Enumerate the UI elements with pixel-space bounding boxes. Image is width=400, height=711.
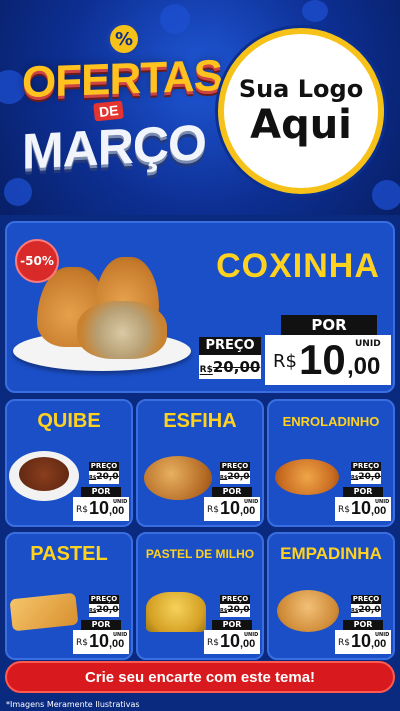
old-price-value: 20,00 [96, 472, 119, 482]
old-price-value: 20,00 [358, 605, 381, 615]
price-dec: ,00 [240, 638, 256, 650]
price-int: 10 [220, 498, 241, 518]
currency: R$ [273, 351, 297, 372]
header-banner: % OFERTAS DE MARÇO Sua Logo Aqui [0, 0, 400, 215]
new-price: R$ 10 UNID ,00 [335, 630, 391, 654]
enroladinho-image [275, 459, 339, 495]
product-card-pastel-de-milho: PASTEL DE MILHO PREÇO R$20,00 POR R$ 10 … [136, 532, 264, 660]
product-card-esfiha: ESFIHA PREÇO R$20,00 POR R$ 10 UNID ,00 [136, 399, 264, 527]
preco-label: PREÇO [351, 462, 381, 471]
product-name: COXINHA [216, 247, 380, 285]
old-price-value: 20,00 [227, 605, 250, 615]
logo-line2: Aqui [250, 102, 352, 148]
price-int: 10 [220, 631, 241, 651]
coxinha-half-image [77, 301, 167, 359]
new-price: R$ 10 UNID ,00 [265, 335, 391, 385]
new-price: R$ 10 UNID ,00 [204, 630, 260, 654]
old-price: R$20,00 [199, 355, 261, 379]
flyer-body: -50% COXINHA PREÇO R$20,00 POR R$ 10 UNI… [0, 215, 400, 711]
pastel-de-milho-image [146, 592, 206, 632]
title-ofertas: OFERTAS [22, 51, 222, 108]
preco-label: PREÇO [89, 595, 119, 604]
currency: R$ [76, 638, 88, 648]
offers-title: % OFERTAS DE MARÇO [22, 10, 222, 205]
product-name: ESFIHA [163, 410, 237, 432]
price-int: 10 [89, 498, 110, 518]
por-label: POR [81, 487, 121, 497]
product-name: PASTEL DE MILHO [145, 547, 255, 561]
product-card-empadinha: EMPADINHA PREÇO R$20,00 POR R$ 10 UNID ,… [267, 532, 395, 660]
new-price: R$ 10 UNID ,00 [204, 497, 260, 521]
discount-badge: -50% [15, 239, 59, 283]
new-price: R$ 10 UNID ,00 [335, 497, 391, 521]
old-price: R$20,00 [220, 604, 250, 617]
price-dec: ,00 [109, 505, 125, 517]
title-marco: MARÇO [22, 114, 206, 180]
new-price: R$ 10 UNID ,00 [73, 497, 129, 521]
old-price-value: 20,00 [227, 472, 250, 482]
old-price-value: 20,00 [212, 358, 261, 376]
product-card-quibe: QUIBE PREÇO R$20,00 POR R$ 10 UNID ,00 [5, 399, 133, 527]
unit-label: UNID [355, 339, 381, 349]
por-label: POR [281, 315, 377, 335]
price-dec: ,00 [109, 638, 125, 650]
por-label: POR [212, 620, 252, 630]
preco-label: PREÇO [89, 462, 119, 471]
old-price-value: 20,00 [96, 605, 119, 615]
preco-label: PREÇO [220, 462, 250, 471]
product-card-enroladinho: ENROLADINHO PREÇO R$20,00 POR R$ 10 UNID… [267, 399, 395, 527]
currency: R$ [207, 505, 219, 515]
product-name: ENROLADINHO [282, 414, 380, 429]
old-price: R$20,00 [351, 471, 381, 484]
currency: R$ [207, 638, 219, 648]
currency: R$ [338, 638, 350, 648]
old-currency: R$ [199, 365, 213, 375]
price-int: 10 [351, 631, 372, 651]
price-dec: ,00 [371, 638, 387, 650]
product-name: PASTEL [30, 543, 108, 565]
quibe-image [19, 457, 69, 491]
old-price: R$20,00 [220, 471, 250, 484]
new-price: R$ 10 UNID ,00 [73, 630, 129, 654]
featured-product-card: -50% COXINHA PREÇO R$20,00 POR R$ 10 UNI… [5, 221, 395, 393]
percent-icon: % [107, 22, 141, 56]
esfiha-image [144, 456, 212, 500]
preco-label: PREÇO [220, 595, 250, 604]
preco-label: PREÇO [351, 595, 381, 604]
price-int: 10 [351, 498, 372, 518]
currency: R$ [338, 505, 350, 515]
pastel-image [9, 592, 79, 632]
old-price: R$20,00 [89, 471, 119, 484]
price-dec: ,00 [371, 505, 387, 517]
coin-decoration [302, 0, 328, 22]
old-price: R$20,00 [89, 604, 119, 617]
por-label: POR [212, 487, 252, 497]
old-price: R$20,00 [351, 604, 381, 617]
price-dec: ,00 [240, 505, 256, 517]
price-int: 10 [299, 336, 346, 383]
price-int: 10 [89, 631, 110, 651]
cta-button[interactable]: Crie seu encarte com este tema! [5, 661, 395, 693]
price-dec: ,00 [347, 353, 381, 380]
product-name: EMPADINHA [280, 544, 382, 563]
por-label: POR [343, 487, 383, 497]
currency: R$ [76, 505, 88, 515]
product-name: QUIBE [37, 410, 101, 432]
logo-line1: Sua Logo [238, 75, 364, 103]
product-card-pastel: PASTEL PREÇO R$20,00 POR R$ 10 UNID ,00 [5, 532, 133, 660]
por-label: POR [343, 620, 383, 630]
por-label: POR [81, 620, 121, 630]
empadinha-image [277, 590, 339, 632]
coin-decoration [372, 180, 400, 210]
preco-label: PREÇO [199, 337, 261, 355]
disclaimer: *Imagens Meramente Ilustrativas [6, 700, 140, 709]
old-price-value: 20,00 [358, 472, 381, 482]
logo-placeholder: Sua Logo Aqui [218, 28, 384, 194]
